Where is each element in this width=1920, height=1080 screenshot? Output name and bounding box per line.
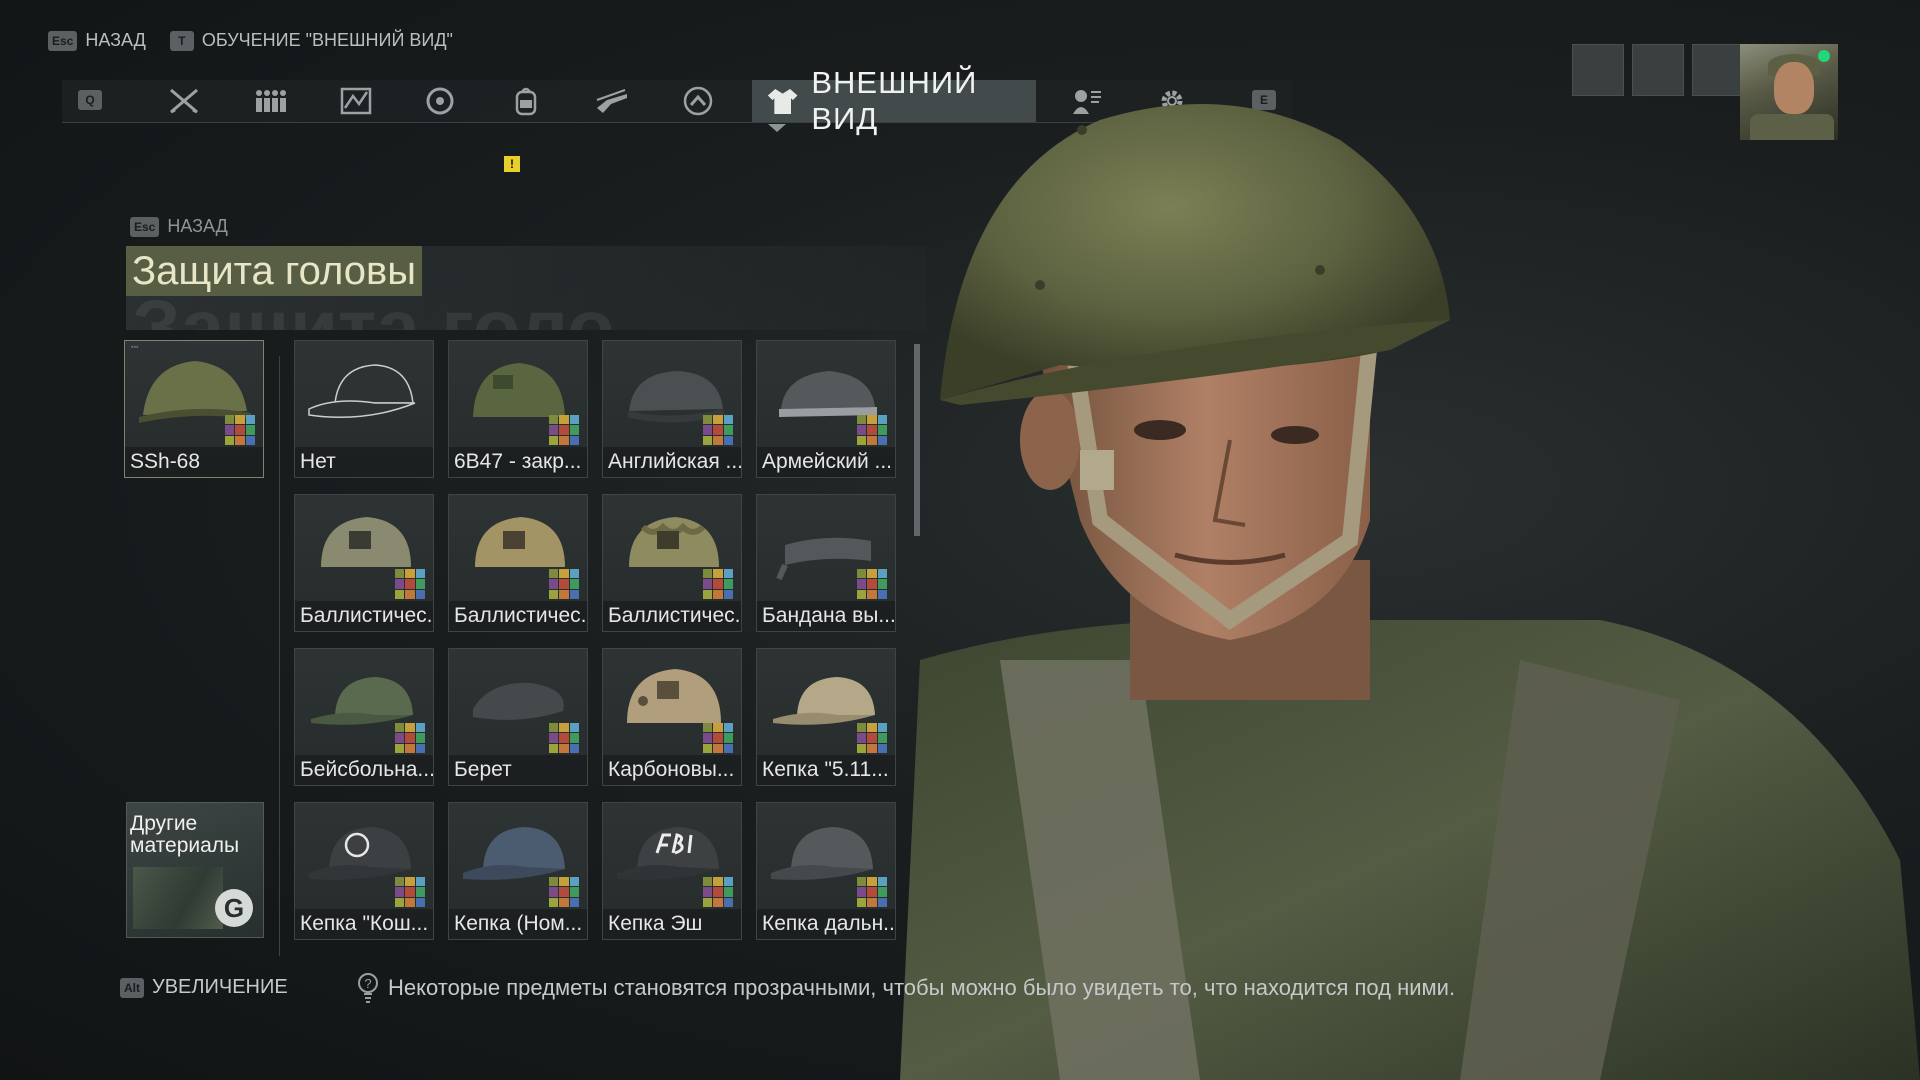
tutorial-hint[interactable]: T ОБУЧЕНИЕ "ВНЕШНИЙ ВИД" xyxy=(169,30,453,51)
notification-badge: ! xyxy=(504,156,520,172)
item-label: Кепка (Ном... xyxy=(449,909,587,939)
color-palette-icon xyxy=(703,569,733,599)
back-hint[interactable]: Esc НАЗАД xyxy=(48,30,146,51)
q-key[interactable]: Q xyxy=(78,90,102,110)
tip-message: ? Некоторые предметы становятся прозрачн… xyxy=(356,972,1455,1004)
color-palette-icon xyxy=(703,877,733,907)
lightbulb-icon: ? xyxy=(358,973,378,1003)
color-palette-icon xyxy=(703,723,733,753)
item-label: Армейский ... xyxy=(757,447,895,477)
item-label: Карбоновы... xyxy=(603,755,741,785)
online-status-indicator xyxy=(1818,50,1830,62)
item-card[interactable]: Баллистичес... xyxy=(448,494,588,632)
color-palette-icon xyxy=(395,569,425,599)
cap-outline-thumbnail xyxy=(308,364,416,419)
character-preview[interactable] xyxy=(900,100,1920,1080)
item-card[interactable]: Кепка дальн... xyxy=(756,802,896,940)
zoom-label: УВЕЛИЧЕНИЕ xyxy=(152,976,288,998)
item-card[interactable]: Бандана вы... xyxy=(756,494,896,632)
item-card[interactable]: Кепка "Кош... xyxy=(294,802,434,940)
item-card[interactable]: 6B47 - закр... xyxy=(448,340,588,478)
item-label: Бандана вы... xyxy=(757,601,895,631)
tutorial-label: ОБУЧЕНИЕ "ВНЕШНИЙ ВИД" xyxy=(201,30,453,50)
other-materials-button[interactable]: Другие материалы G xyxy=(126,802,264,938)
rank-icon[interactable] xyxy=(676,84,720,118)
squad-slot[interactable] xyxy=(1692,44,1744,96)
item-label: Кепка Эш xyxy=(603,909,741,939)
zoom-hint[interactable]: Alt УВЕЛИЧЕНИЕ xyxy=(120,976,288,999)
item-label: Нет xyxy=(295,447,433,477)
color-palette-icon xyxy=(225,415,255,445)
squad-icon[interactable] xyxy=(248,84,292,118)
color-palette-icon xyxy=(395,877,425,907)
color-palette-icon xyxy=(549,723,579,753)
divider xyxy=(279,356,280,956)
item-label: 6B47 - закр... xyxy=(449,447,587,477)
rifle-icon[interactable] xyxy=(590,84,634,118)
panel-back-button[interactable]: Esc НАЗАД xyxy=(130,216,228,237)
t-key: T xyxy=(169,30,194,51)
item-card[interactable]: Кепка Эш xyxy=(602,802,742,940)
item-card[interactable]: Бейсбольна... xyxy=(294,648,434,786)
color-palette-icon xyxy=(857,569,887,599)
target-icon[interactable] xyxy=(418,84,462,118)
color-palette-icon xyxy=(857,723,887,753)
page-title: Защита головы xyxy=(126,246,423,296)
item-card[interactable]: Баллистичес... xyxy=(294,494,434,632)
item-label: SSh-68 xyxy=(125,447,263,477)
item-card[interactable]: Кепка "5.11... xyxy=(756,648,896,786)
item-card[interactable]: Армейский ... xyxy=(756,340,896,478)
svg-text:?: ? xyxy=(364,976,371,991)
color-palette-icon xyxy=(549,877,579,907)
top-hints: Esc НАЗАД T ОБУЧЕНИЕ "ВНЕШНИЙ ВИД" xyxy=(48,30,453,51)
item-label: Кепка дальн... xyxy=(757,909,895,939)
item-label: Баллистичес... xyxy=(295,601,433,631)
squad-slots xyxy=(1572,44,1744,96)
ghost-recon-logo-icon: G xyxy=(215,889,253,927)
esc-key: Esc xyxy=(48,30,78,51)
scrollbar[interactable] xyxy=(914,344,920,536)
color-palette-icon xyxy=(857,415,887,445)
esc-key: Esc xyxy=(130,216,160,237)
crossed-weapons-icon[interactable] xyxy=(162,84,206,118)
item-label: Английская ... xyxy=(603,447,741,477)
backpack-icon[interactable] xyxy=(504,84,548,118)
other-materials-label: Другие материалы xyxy=(130,812,240,857)
squad-slot[interactable] xyxy=(1572,44,1624,96)
tip-text: Некоторые предметы становятся прозрачным… xyxy=(388,975,1456,1000)
color-palette-icon xyxy=(703,415,733,445)
category-header: Защита голо Защита головы xyxy=(126,246,926,330)
item-card[interactable]: Нет xyxy=(294,340,434,478)
panel-back-label: НАЗАД xyxy=(167,216,228,236)
shirt-icon xyxy=(767,88,798,114)
squad-slot[interactable] xyxy=(1632,44,1684,96)
back-label: НАЗАД xyxy=(85,30,146,50)
item-label: Кепка "5.11... xyxy=(757,755,895,785)
item-card[interactable]: Баллистичес... xyxy=(602,494,742,632)
color-palette-icon xyxy=(395,723,425,753)
item-card[interactable]: Английская ... xyxy=(602,340,742,478)
item-card[interactable]: Берет xyxy=(448,648,588,786)
item-label: Бейсбольна... xyxy=(295,755,433,785)
color-palette-icon xyxy=(549,415,579,445)
item-card[interactable]: Карбоновы... xyxy=(602,648,742,786)
item-label: Кепка "Кош... xyxy=(295,909,433,939)
color-palette-icon xyxy=(857,877,887,907)
item-label: Баллистичес... xyxy=(603,601,741,631)
active-tab-marker xyxy=(768,124,786,132)
item-label: Баллистичес... xyxy=(449,601,587,631)
color-palette-icon xyxy=(549,569,579,599)
alt-key: Alt xyxy=(120,977,144,998)
item-card[interactable]: Кепка (Ном... xyxy=(448,802,588,940)
item-label: Берет xyxy=(449,755,587,785)
equipped-item-card[interactable]: ▪▪▪ SSh-68 xyxy=(124,340,264,478)
map-icon[interactable] xyxy=(334,84,378,118)
